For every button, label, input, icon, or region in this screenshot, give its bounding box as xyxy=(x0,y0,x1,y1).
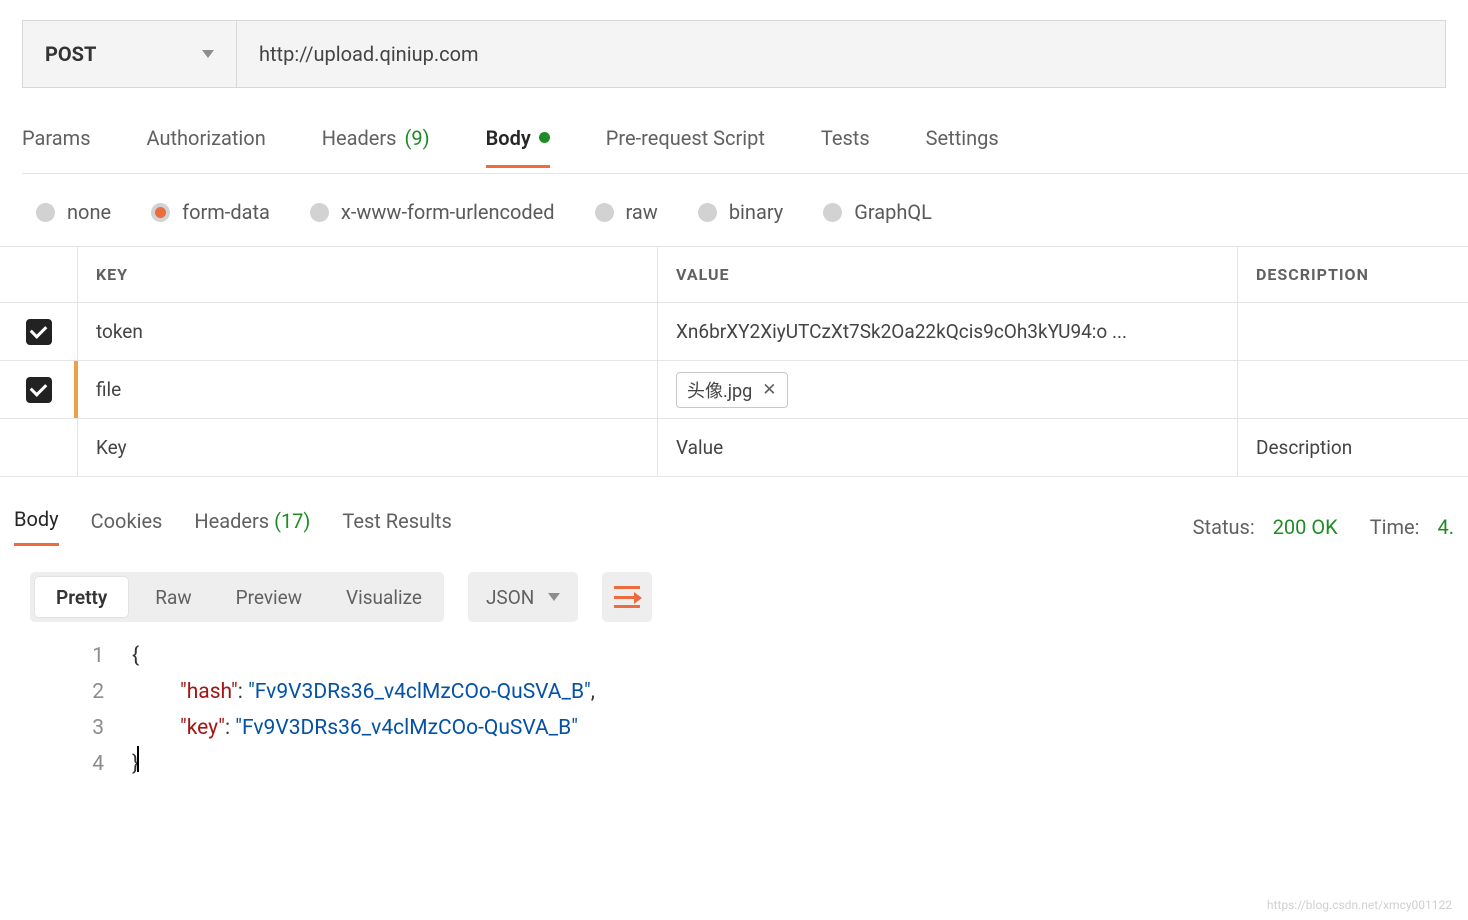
tab-headers-label: Headers xyxy=(322,126,397,150)
watermark: https://blog.csdn.net/xmcy001122 xyxy=(1267,898,1452,912)
method-select[interactable]: POST xyxy=(23,21,237,87)
response-tabs: Body Cookies Headers (17) Test Results S… xyxy=(14,507,1454,546)
format-label: JSON xyxy=(486,586,534,609)
view-preview[interactable]: Preview xyxy=(214,586,324,609)
resp-tab-cookies[interactable]: Cookies xyxy=(91,509,163,545)
row-checkbox[interactable] xyxy=(26,377,52,403)
tab-body[interactable]: Body xyxy=(486,126,550,168)
radio-binary[interactable]: binary xyxy=(698,200,783,224)
form-data-table: KEY VALUE DESCRIPTION token Xn6brXY2XiyU… xyxy=(0,246,1468,477)
line-number: 4 xyxy=(52,746,132,782)
row-desc[interactable] xyxy=(1238,303,1468,360)
line-number: 2 xyxy=(52,674,132,710)
request-tabs: Params Authorization Headers (9) Body Pr… xyxy=(22,120,1468,174)
line-number: 1 xyxy=(52,638,132,674)
head-desc: DESCRIPTION xyxy=(1238,247,1468,302)
time-value: 4. xyxy=(1437,515,1454,539)
text-cursor xyxy=(137,746,139,772)
file-chip[interactable]: 头像.jpg ✕ xyxy=(676,372,788,408)
radio-raw[interactable]: raw xyxy=(595,200,658,224)
view-raw[interactable]: Raw xyxy=(133,586,213,609)
radio-xwww[interactable]: x-www-form-urlencoded xyxy=(310,200,555,224)
url-text: http://upload.qiniup.com xyxy=(259,42,479,66)
radio-icon xyxy=(595,203,614,222)
method-label: POST xyxy=(45,42,96,66)
response-body[interactable]: 1{ 2"hash": "Fv9V3DRs36_v4clMzCOo-QuSVA_… xyxy=(52,638,1468,782)
tab-body-label: Body xyxy=(486,126,531,150)
radio-icon xyxy=(698,203,717,222)
table-row: token Xn6brXY2XiyUTCzXt7Sk2Oa22kQcis9cOh… xyxy=(0,303,1468,361)
format-select[interactable]: JSON xyxy=(468,572,578,622)
headers-count: (9) xyxy=(405,126,430,150)
resp-tab-headers[interactable]: Headers (17) xyxy=(194,509,310,545)
row-key[interactable]: file xyxy=(78,361,658,418)
head-key: KEY xyxy=(78,247,658,302)
resp-headers-count: (17) xyxy=(274,509,310,533)
tab-authorization[interactable]: Authorization xyxy=(147,126,266,168)
chevron-down-icon xyxy=(548,593,560,601)
row-key[interactable]: token xyxy=(78,303,658,360)
response-view-row: Pretty Raw Preview Visualize JSON xyxy=(30,572,1468,622)
tab-prerequest[interactable]: Pre-request Script xyxy=(606,126,765,168)
row-checkbox[interactable] xyxy=(26,319,52,345)
radio-icon xyxy=(823,203,842,222)
wrap-icon xyxy=(614,586,640,608)
view-segmented: Pretty Raw Preview Visualize xyxy=(30,572,444,622)
modified-dot-icon xyxy=(539,132,550,143)
row-value-file[interactable]: 头像.jpg ✕ xyxy=(658,361,1238,418)
chevron-down-icon xyxy=(202,50,214,58)
radio-icon xyxy=(151,203,170,222)
tab-params[interactable]: Params xyxy=(22,126,91,168)
new-value-input[interactable]: Value xyxy=(658,419,1238,476)
status-value: 200 OK xyxy=(1273,515,1338,539)
tab-settings[interactable]: Settings xyxy=(926,126,999,168)
row-value[interactable]: Xn6brXY2XiyUTCzXt7Sk2Oa22kQcis9cOh3kYU94… xyxy=(658,303,1238,360)
body-type-row: none form-data x-www-form-urlencoded raw… xyxy=(36,200,1468,246)
table-row-new: Key Value Description xyxy=(0,419,1468,477)
wrap-button[interactable] xyxy=(602,572,652,622)
resp-tab-body[interactable]: Body xyxy=(14,507,59,546)
url-input[interactable]: http://upload.qiniup.com xyxy=(237,21,1445,87)
view-pretty[interactable]: Pretty xyxy=(34,576,129,618)
table-row: file 头像.jpg ✕ xyxy=(0,361,1468,419)
close-icon[interactable]: ✕ xyxy=(762,380,776,400)
radio-icon xyxy=(310,203,329,222)
table-header: KEY VALUE DESCRIPTION xyxy=(0,247,1468,303)
view-visualize[interactable]: Visualize xyxy=(324,586,444,609)
tab-tests[interactable]: Tests xyxy=(821,126,870,168)
line-number: 3 xyxy=(52,710,132,746)
new-desc-input[interactable]: Description xyxy=(1238,419,1468,476)
tab-headers[interactable]: Headers (9) xyxy=(322,126,430,168)
time-label: Time: xyxy=(1370,515,1420,539)
radio-formdata[interactable]: form-data xyxy=(151,200,270,224)
resp-tab-tests[interactable]: Test Results xyxy=(342,509,451,545)
request-bar: POST http://upload.qiniup.com xyxy=(22,20,1446,88)
row-marker xyxy=(74,361,78,418)
row-desc[interactable] xyxy=(1238,361,1468,418)
status-label: Status: xyxy=(1193,515,1255,539)
radio-graphql[interactable]: GraphQL xyxy=(823,200,932,224)
radio-none[interactable]: none xyxy=(36,200,111,224)
new-key-input[interactable]: Key xyxy=(78,419,658,476)
file-chip-name: 头像.jpg xyxy=(687,377,752,403)
radio-icon xyxy=(36,203,55,222)
head-value: VALUE xyxy=(658,247,1238,302)
